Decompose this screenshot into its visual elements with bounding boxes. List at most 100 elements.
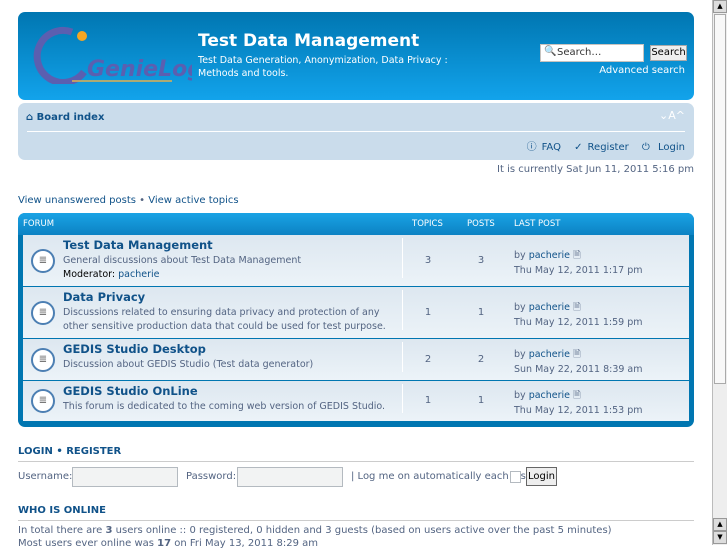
online-stats: In total there are 3 users online :: 0 r…: [18, 525, 612, 536]
current-time: It is currently Sat Jun 11, 2011 5:16 pm: [497, 164, 694, 175]
divider: [402, 238, 403, 278]
svg-text:GenieLog: GenieLog: [87, 57, 192, 82]
site-header: GenieLog Test Data Management Test Data …: [18, 12, 694, 100]
login-heading-link[interactable]: LOGIN: [18, 446, 53, 457]
header-posts: POSTS: [467, 219, 495, 229]
last-post-date: Sun May 22, 2011 8:39 am: [514, 364, 643, 375]
view-latest-post-icon[interactable]: 🗎: [573, 302, 581, 313]
site-title[interactable]: Test Data Management: [198, 31, 419, 51]
last-post-author-link[interactable]: pacherie: [529, 250, 570, 261]
separator: •: [139, 195, 146, 206]
scroll-down-button[interactable]: ▼: [713, 531, 727, 544]
by-label: by: [514, 390, 526, 401]
search-placeholder: Search…: [557, 47, 602, 58]
forum-row[interactable]: ≣ Test Data Management General discussio…: [23, 235, 689, 287]
forum-read-icon: ≣: [31, 389, 55, 413]
divider: [402, 342, 403, 372]
by-label: by: [514, 349, 526, 360]
font-size-toggle[interactable]: ⌄A^: [659, 109, 685, 122]
view-latest-post-icon[interactable]: 🗎: [573, 390, 581, 401]
board-index-label: Board index: [36, 112, 105, 123]
help-icon: ⓘ: [526, 142, 537, 153]
by-label: by: [514, 302, 526, 313]
forum-row[interactable]: ≣ GEDIS Studio Desktop Discussion about …: [23, 339, 689, 381]
topics-count: 2: [424, 354, 432, 365]
last-post-date: Thu May 12, 2011 1:53 pm: [514, 405, 643, 416]
forum-read-icon: ≣: [31, 249, 55, 273]
text: In total there are: [18, 525, 106, 536]
last-post-author-link[interactable]: pacherie: [529, 302, 570, 313]
forum-title-link[interactable]: Test Data Management: [63, 238, 213, 252]
last-post: by pacherie 🗎 Sun May 22, 2011 8:39 am: [514, 347, 643, 377]
forum-description-text: Discussions related to ensuring data pri…: [63, 307, 386, 332]
who-is-online-heading: WHO IS ONLINE: [18, 505, 694, 521]
forum-read-icon: ≣: [31, 301, 55, 325]
separator: •: [56, 446, 63, 457]
posts-count: 1: [477, 307, 485, 318]
search-input[interactable]: 🔍 Search…: [540, 44, 644, 62]
last-post: by pacherie 🗎 Thu May 12, 2011 1:59 pm: [514, 300, 643, 330]
register-icon: ✓: [574, 142, 583, 153]
forum-row[interactable]: ≣ GEDIS Studio OnLine This forum is dedi…: [23, 381, 689, 422]
navbar: ⌂ Board index ⌄A^ ⓘ FAQ ✓ Register ⏻ Login: [18, 103, 694, 160]
scroll-up-button[interactable]: ▲: [713, 0, 727, 13]
forum-title-link[interactable]: GEDIS Studio OnLine: [63, 384, 198, 398]
forum-row[interactable]: ≣ Data Privacy Discussions related to en…: [23, 287, 689, 339]
forum-description: General discussions about Test Data Mana…: [63, 254, 403, 282]
register-heading-link[interactable]: REGISTER: [66, 446, 121, 457]
search-icon: 🔍: [544, 46, 557, 57]
autologin-checkbox[interactable]: [510, 471, 521, 483]
register-link[interactable]: ✓ Register: [569, 142, 629, 153]
topics-count: 1: [424, 307, 432, 318]
forum-description-text: This forum is dedicated to the coming we…: [63, 401, 386, 412]
login-button[interactable]: Login: [526, 467, 557, 486]
login-link[interactable]: ⏻ Login: [637, 142, 685, 153]
header-topics: TOPICS: [412, 219, 443, 229]
divider: [27, 131, 685, 132]
moderator-link[interactable]: pacherie: [118, 269, 159, 280]
genielog-logo[interactable]: GenieLog: [32, 24, 192, 84]
last-post-author-link[interactable]: pacherie: [529, 390, 570, 401]
forum-list: FORUM TOPICS POSTS LAST POST ≣ Test Data…: [18, 213, 694, 427]
quick-links: View unanswered posts • View active topi…: [18, 195, 239, 206]
view-latest-post-icon[interactable]: 🗎: [573, 250, 581, 261]
forum-read-icon: ≣: [31, 348, 55, 372]
username-input[interactable]: [72, 467, 178, 487]
online-record: Most users ever online was 17 on Fri May…: [18, 538, 318, 549]
login-label: Login: [658, 142, 685, 153]
username-label: Username:: [18, 471, 73, 482]
posts-count: 2: [477, 354, 485, 365]
topics-count: 3: [424, 255, 432, 266]
text: Most users ever online was: [18, 538, 158, 549]
by-label: by: [514, 250, 526, 261]
advanced-search-link[interactable]: Advanced search: [599, 65, 685, 76]
scroll-up-button[interactable]: ▲: [713, 518, 727, 531]
register-label: Register: [587, 142, 629, 153]
last-post-author-link[interactable]: pacherie: [529, 349, 570, 360]
scroll-thumb[interactable]: [714, 14, 726, 384]
forum-description: Discussion about GEDIS Studio (Test data…: [63, 358, 403, 372]
site-description: Test Data Generation, Anonymization, Dat…: [198, 55, 448, 79]
view-latest-post-icon[interactable]: 🗎: [573, 349, 581, 360]
faq-label: FAQ: [541, 142, 561, 153]
unanswered-posts-link[interactable]: View unanswered posts: [18, 195, 136, 206]
forum-title-link[interactable]: Data Privacy: [63, 290, 145, 304]
password-label: Password:: [186, 471, 237, 482]
active-topics-link[interactable]: View active topics: [148, 195, 238, 206]
power-icon: ⏻: [641, 142, 650, 153]
header-last-post: LAST POST: [514, 219, 561, 229]
password-input[interactable]: [237, 467, 343, 487]
forum-description: Discussions related to ensuring data pri…: [63, 306, 403, 334]
forum-description-text: Discussion about GEDIS Studio (Test data…: [63, 359, 314, 370]
divider: [402, 290, 403, 330]
forum-title-link[interactable]: GEDIS Studio Desktop: [63, 342, 206, 356]
posts-count: 1: [477, 395, 485, 406]
scrollbar[interactable]: ▲ ▲ ▼: [712, 0, 727, 545]
text: on Fri May 13, 2011 8:29 am: [171, 538, 319, 549]
faq-link[interactable]: ⓘ FAQ: [522, 142, 561, 153]
header-forum: FORUM: [23, 219, 55, 229]
board-index-link[interactable]: ⌂ Board index: [26, 112, 104, 123]
search-button[interactable]: Search: [650, 45, 687, 61]
moderator-label: Moderator:: [63, 269, 116, 280]
last-post-date: Thu May 12, 2011 1:17 pm: [514, 265, 643, 276]
